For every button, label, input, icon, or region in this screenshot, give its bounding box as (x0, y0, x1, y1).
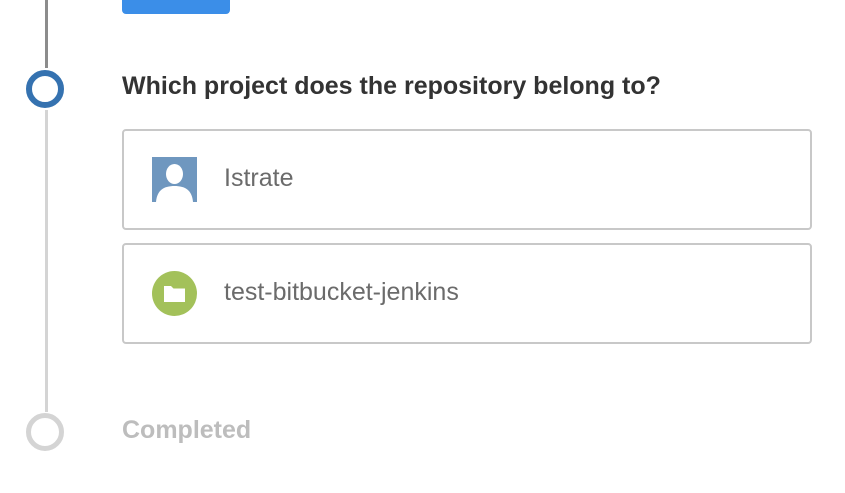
completed-step-indicator (26, 413, 64, 451)
project-option-label: test-bitbucket-jenkins (224, 278, 459, 306)
current-step-indicator (26, 70, 64, 108)
step-question: Which project does the repository belong… (122, 72, 661, 100)
stepper-rail-pending (45, 110, 48, 412)
project-option-label: Istrate (224, 164, 294, 192)
user-avatar-icon (152, 157, 197, 202)
project-selection-step: Which project does the repository belong… (0, 0, 845, 493)
stepper-rail-completed (45, 0, 48, 68)
folder-icon (152, 271, 197, 316)
project-option-istrate[interactable]: Istrate (122, 129, 812, 230)
project-option-test-bitbucket-jenkins[interactable]: test-bitbucket-jenkins (122, 243, 812, 344)
continue-button[interactable] (122, 0, 230, 14)
next-step-label: Completed (122, 416, 252, 444)
